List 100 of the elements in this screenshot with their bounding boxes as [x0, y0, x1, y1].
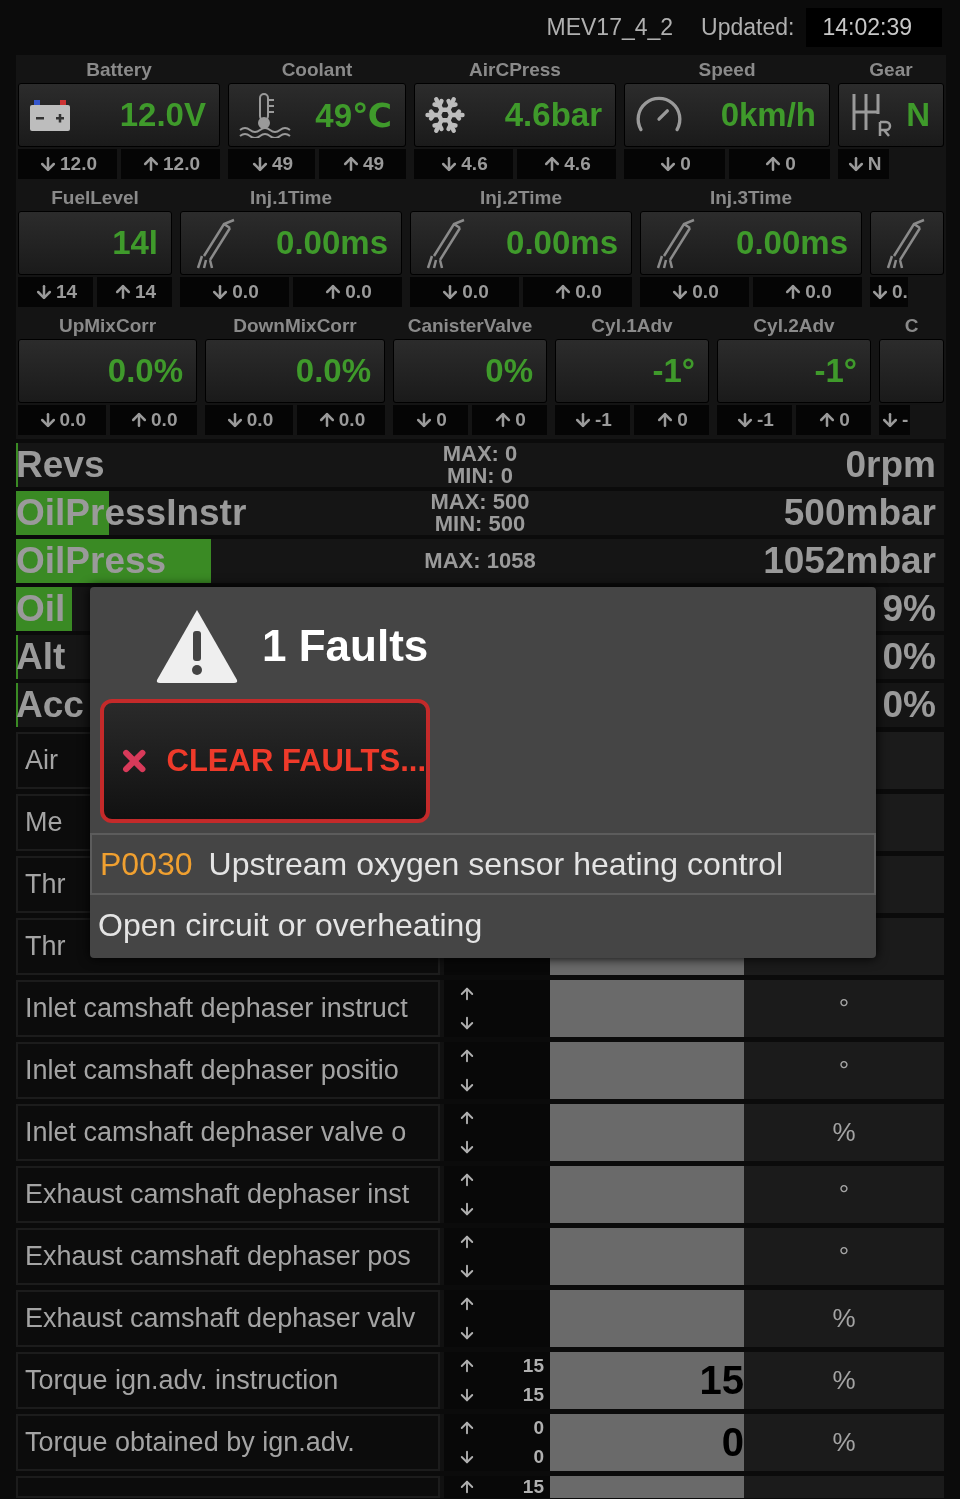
min-reading: 4.6: [414, 149, 513, 179]
gauge-value: 0km/h: [720, 96, 816, 134]
gauge-label: Inj.3Time: [709, 187, 793, 209]
gauge-label: Speed: [697, 59, 757, 81]
min-reading: 0.0: [205, 405, 293, 435]
max-reading: 0.0: [293, 277, 402, 307]
parameter-name: Exhaust camshaft dephaser valv: [25, 1303, 416, 1334]
max-reading: 0: [472, 405, 547, 435]
gauge-label: C: [903, 315, 920, 337]
gauge-label: Battery: [85, 59, 153, 81]
max-reading: 0: [533, 1417, 544, 1440]
gauge-value: 12.0V: [119, 96, 206, 134]
min-reading: -1: [717, 405, 792, 435]
max-reading: MAX: 1058: [424, 550, 536, 572]
max-reading: 15: [522, 1355, 544, 1378]
bar-value: 0rpm: [845, 444, 937, 486]
fault-code: P0030: [100, 845, 193, 883]
unit: %: [832, 1365, 856, 1396]
max-reading: 49: [319, 149, 406, 179]
min-reading: 0: [533, 1445, 544, 1468]
fault-description: Upstream oxygen sensor heating control: [208, 845, 784, 883]
gauge-value: 0.00ms: [736, 224, 848, 262]
unit: %: [832, 1303, 856, 1334]
gauge-label: FuelLevel: [50, 187, 140, 209]
max-reading: 4.6: [517, 149, 616, 179]
gauge-label: Gear: [868, 59, 914, 81]
max-reading: 12.0: [121, 149, 220, 179]
max-reading: 0: [729, 149, 830, 179]
parameter-name: Thr: [25, 931, 66, 962]
gauge-value: 0.00ms: [506, 224, 618, 262]
bar-value: 0%: [882, 636, 937, 678]
gauge-label: Cyl.1Adv: [590, 315, 674, 337]
parameter-name: Exhaust camshaft dephaser pos: [25, 1241, 411, 1272]
gauge-label: Inj.2Time: [479, 187, 563, 209]
battery-icon: [28, 97, 72, 133]
fault-row[interactable]: P0030 Upstream oxygen sensor heating control: [90, 833, 876, 895]
gauge-label: UpMixCorr: [57, 315, 158, 337]
max-reading: MAX: 500: [430, 491, 530, 513]
max-reading: 0.0: [297, 405, 385, 435]
bar-value: 0%: [882, 684, 937, 726]
gauge-label: Coolant: [280, 59, 354, 81]
snowflake-icon: [424, 94, 466, 136]
min-reading: MIN: 500: [434, 513, 526, 535]
max-reading: MAX: 0: [442, 443, 518, 465]
bar-value: 9%: [882, 588, 937, 630]
min-reading: N: [838, 149, 889, 179]
parameter-value: 0: [721, 1420, 744, 1465]
gauge-tile: [879, 339, 944, 403]
max-reading: 15: [522, 1476, 544, 1498]
parameter-name: Inlet camshaft dephaser instruct: [25, 993, 408, 1024]
parameter-name: Me: [25, 807, 63, 838]
parameter-name: Torque obtained by ign.adv.: [25, 1427, 355, 1458]
bar-label: Oil: [16, 588, 66, 630]
max-reading: 0.0: [753, 277, 862, 307]
gauge-value: -1°: [814, 352, 857, 390]
gauge-value: 49℃: [315, 95, 392, 135]
min-reading: 0.0: [180, 277, 289, 307]
min-reading: MIN: 0: [447, 465, 513, 487]
gauge-label: DownMixCorr: [232, 315, 358, 337]
updated-time: 14:02:39: [806, 8, 942, 47]
gauge-value: 0.0%: [107, 352, 183, 390]
bar-label: Revs: [16, 444, 105, 486]
min-reading: -1: [555, 405, 630, 435]
dialog-title: 1 Faults: [262, 621, 429, 671]
bar-value: 1052mbar: [763, 540, 937, 582]
min-reading: 0.0: [410, 277, 519, 307]
min-reading: 0.0: [640, 277, 749, 307]
clear-faults-button[interactable]: CLEAR FAULTS...: [100, 699, 430, 823]
down-arrow-icon: [38, 154, 58, 174]
gauge-label: AirCPress: [468, 59, 562, 81]
gauge-label: Inj.1Time: [249, 187, 333, 209]
min-reading: 0: [624, 149, 725, 179]
parameter-name: Torque ign.adv. instruction: [25, 1365, 339, 1396]
max-reading: 0.0: [523, 277, 632, 307]
bar-value: 500mbar: [783, 492, 937, 534]
fault-detail: Open circuit or overheating: [98, 907, 483, 943]
parameter-name: Air: [25, 745, 58, 776]
gauge-label: CanisterValve: [406, 315, 534, 337]
unit: %: [832, 1117, 856, 1148]
parameter-value: 15: [699, 1358, 744, 1403]
min-reading: 14: [18, 277, 93, 307]
gauge-value: 0%: [485, 352, 533, 390]
max-reading: 14: [97, 277, 172, 307]
max-reading: 0: [796, 405, 871, 435]
ecu-name: MEV17_4_2: [546, 14, 674, 41]
min-reading: 49: [228, 149, 315, 179]
max-reading: 0.0: [109, 405, 197, 435]
parameter-name: Inlet camshaft dephaser valve o: [25, 1117, 407, 1148]
gauge-value: 14l: [112, 224, 158, 262]
gauge-label: Cyl.2Adv: [752, 315, 836, 337]
gauge-value: 4.6bar: [504, 96, 602, 134]
unit: °: [838, 1179, 850, 1210]
gauge-value: -1°: [652, 352, 695, 390]
gauge-value: N: [906, 96, 930, 134]
min-reading: 0.0: [18, 405, 106, 435]
unit: °: [838, 1055, 850, 1086]
unit: °: [838, 993, 850, 1024]
min-reading: -: [879, 405, 910, 435]
parameter-name: Exhaust camshaft dephaser inst: [25, 1179, 410, 1210]
gauge-value: 0.00ms: [276, 224, 388, 262]
